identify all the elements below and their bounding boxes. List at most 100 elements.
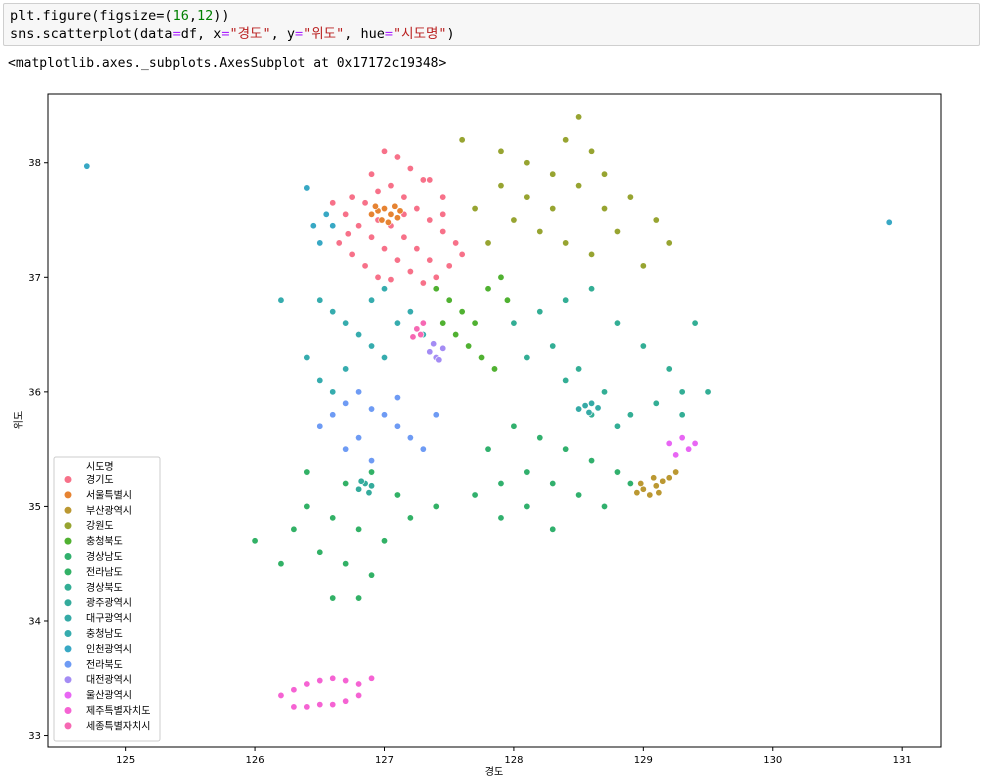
scatter-point	[417, 331, 425, 339]
scatter-point	[490, 365, 498, 373]
scatter-point	[368, 170, 376, 178]
scatter-point	[419, 445, 427, 453]
scatter-point	[329, 199, 337, 207]
scatter-point	[601, 502, 609, 510]
scatter-point	[371, 202, 379, 210]
x-tick-label: 125	[116, 755, 135, 766]
scatter-point	[588, 457, 596, 465]
scatter-point	[355, 525, 363, 533]
scatter-point	[303, 353, 311, 361]
scatter-point	[471, 491, 479, 499]
scatter-point	[355, 222, 363, 230]
y-tick-label: 34	[28, 616, 41, 627]
scatter-point	[329, 222, 337, 230]
scatter-point	[368, 210, 376, 218]
scatter-point	[691, 439, 699, 447]
plot-frame	[47, 93, 942, 748]
scatter-point	[588, 147, 596, 155]
legend-marker	[64, 630, 72, 637]
scatter-point	[601, 205, 609, 213]
scatter-point	[639, 342, 647, 350]
x-axis-label: 경도	[485, 765, 503, 778]
scatter-point	[626, 193, 634, 201]
scatter-point	[497, 514, 505, 522]
scatter-point	[316, 677, 324, 685]
legend-label: 전라북도	[86, 659, 123, 671]
scatter-point	[432, 502, 440, 510]
y-tick-label: 36	[28, 387, 41, 398]
legend-marker	[64, 583, 72, 591]
scatter-point	[355, 594, 363, 602]
legend-label: 광주광역시	[86, 597, 132, 609]
scatter-point	[652, 216, 660, 224]
scatter-point	[575, 405, 583, 413]
scatter-point	[368, 571, 376, 579]
legend-marker	[64, 707, 72, 714]
scatter-point	[419, 176, 427, 184]
scatter-point	[426, 256, 434, 264]
scatter-point	[426, 216, 434, 224]
scatter-point	[329, 411, 337, 419]
scatter-point	[368, 405, 376, 413]
legend-label: 경기도	[86, 473, 114, 486]
scatter-point	[406, 514, 414, 522]
scatter-point	[523, 468, 531, 476]
scatter-point	[665, 365, 673, 373]
scatter-point	[348, 250, 356, 258]
scatter-point	[637, 480, 645, 488]
scatter-point	[413, 245, 421, 253]
scatter-point	[562, 296, 570, 304]
y-tick-label: 37	[28, 273, 41, 284]
legend-marker	[64, 660, 72, 668]
scatter-point	[387, 210, 395, 218]
scatter-point	[458, 136, 466, 144]
scatter-point	[549, 170, 557, 178]
scatter-point	[316, 548, 324, 556]
points-layer	[83, 113, 893, 711]
scatter-point	[471, 205, 479, 213]
scatter-point	[316, 422, 324, 430]
x-tick-label: 126	[246, 755, 265, 766]
scatter-point	[393, 256, 401, 264]
scatter-point	[277, 691, 285, 699]
scatter-point	[342, 319, 350, 327]
scatter-point	[665, 239, 673, 247]
scatter-point	[378, 216, 386, 224]
scatter-point	[510, 216, 518, 224]
scatter-point	[380, 245, 388, 253]
scatter-point	[368, 296, 376, 304]
scatter-point	[387, 276, 395, 284]
scatter-point	[659, 477, 667, 485]
scatter-point	[613, 422, 621, 430]
scatter-point	[445, 296, 453, 304]
scatter-point	[303, 680, 311, 688]
scatter-point	[613, 227, 621, 235]
scatter-point	[665, 474, 673, 482]
scatter-point	[704, 388, 712, 396]
legend-marker	[64, 722, 72, 730]
legend-label: 경상북도	[86, 581, 123, 594]
scatter-point	[575, 182, 583, 190]
scatter-point	[251, 537, 259, 545]
scatter-point	[368, 674, 376, 682]
scatter-point	[368, 468, 376, 476]
scatter-point	[585, 408, 593, 416]
scatter-point	[549, 342, 557, 350]
scatter-point	[588, 399, 596, 407]
legend-label: 부산광역시	[86, 505, 132, 517]
scatter-point	[484, 445, 492, 453]
legend-marker	[64, 522, 72, 530]
scatter-point	[303, 502, 311, 510]
scatter-point	[549, 205, 557, 213]
x-tick-label: 128	[504, 755, 523, 766]
scatter-point	[646, 491, 654, 499]
scatter-point	[613, 468, 621, 476]
legend-label: 대구광역시	[86, 613, 132, 625]
scatter-point	[678, 388, 686, 396]
scatter-point	[413, 205, 421, 213]
legend-label: 인천광역시	[86, 643, 132, 655]
scatter-point	[678, 411, 686, 419]
scatter-point	[393, 394, 401, 402]
scatter-point	[430, 340, 438, 348]
legend-label: 충청남도	[86, 628, 123, 640]
